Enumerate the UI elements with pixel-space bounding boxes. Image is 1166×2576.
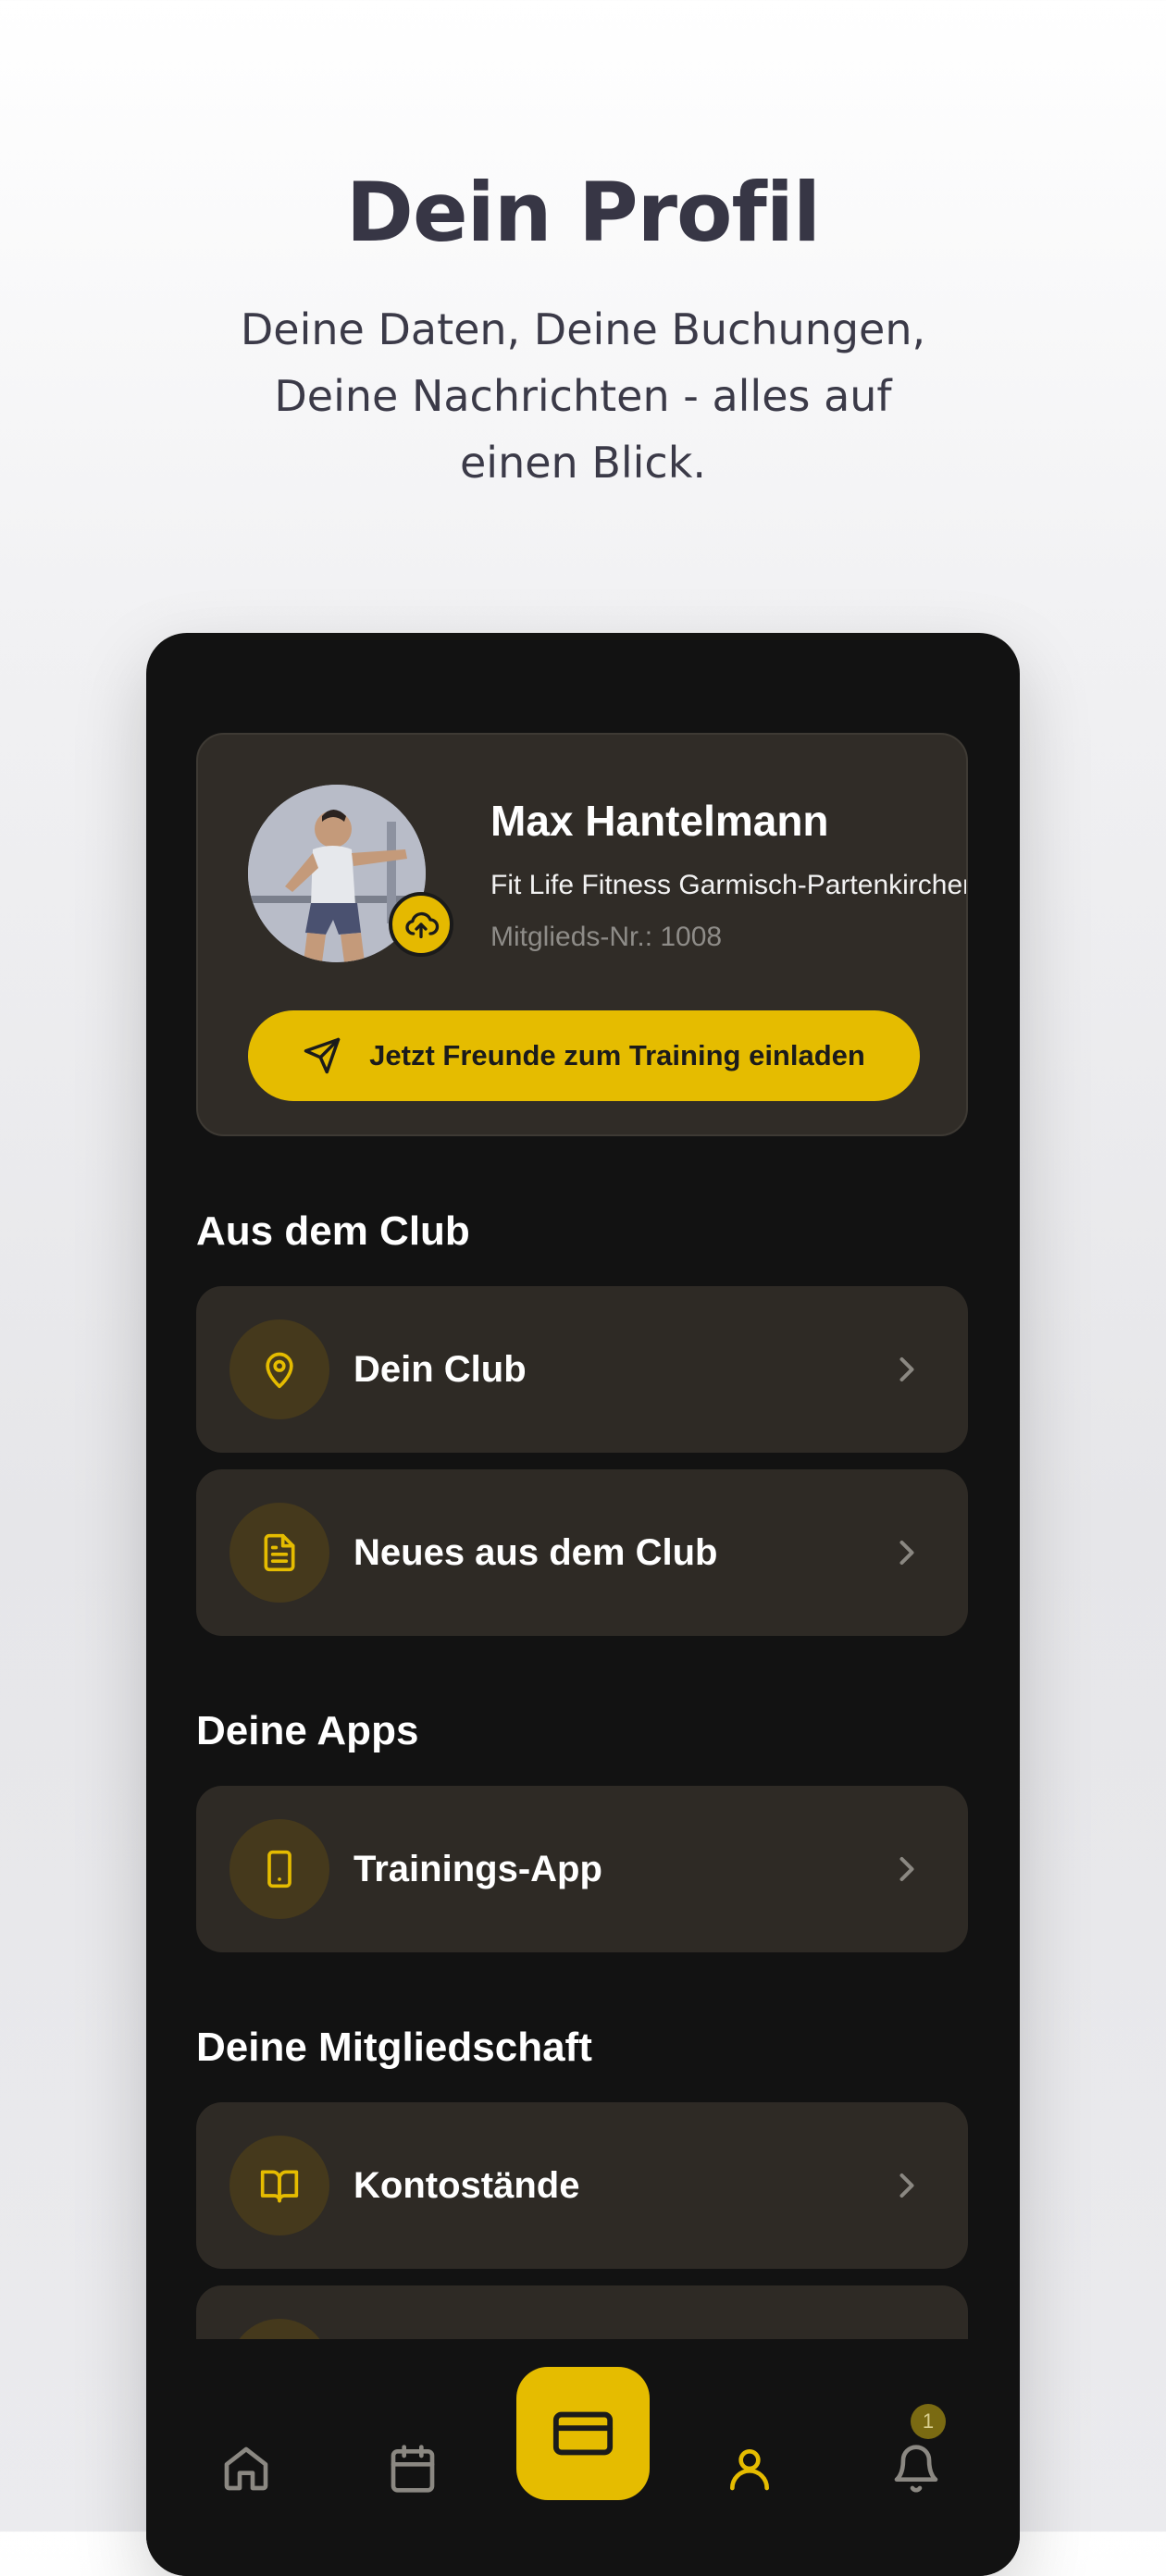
bell-icon	[894, 2445, 938, 2493]
menu-item-trainings-app[interactable]: Trainings-App	[196, 1786, 968, 1952]
smartphone-icon	[229, 1819, 329, 1919]
page-title: Dein Profil	[345, 165, 821, 260]
document-icon	[229, 1503, 329, 1603]
home-icon	[224, 2446, 268, 2491]
card-icon	[552, 2411, 614, 2456]
send-icon	[304, 1037, 341, 1074]
notification-badge: 1	[911, 2404, 946, 2439]
profile-name: Max Hantelmann	[490, 797, 829, 845]
cloud-upload-icon	[405, 911, 440, 938]
menu-item-label: Kontostände	[354, 2165, 580, 2206]
section-title-membership: Deine Mitgliedschaft	[196, 2025, 592, 2070]
map-pin-icon	[229, 1319, 329, 1419]
menu-item-label: Neues aus dem Club	[354, 1532, 718, 1573]
menu-item-kontostaende[interactable]: Kontostände	[196, 2102, 968, 2269]
page-subtitle: Deine Daten, Deine Buchungen, Deine Nach…	[240, 304, 926, 488]
menu-item-news[interactable]: Neues aus dem Club	[196, 1469, 968, 1636]
member-number: Mitglieds-Nr.: 1008	[490, 922, 723, 952]
chevron-right-icon	[887, 2165, 927, 2211]
phone-frame: Max Hantelmann Fit Life Fitness Garmisch…	[146, 633, 1020, 2576]
chevron-right-icon	[887, 1849, 927, 1894]
menu-item-dein-club[interactable]: Dein Club	[196, 1286, 968, 1453]
book-icon	[229, 2136, 329, 2235]
chevron-right-icon	[887, 1532, 927, 1578]
menu-item-label: Dein Club	[354, 1349, 527, 1390]
tab-notifications[interactable]	[887, 2439, 946, 2498]
tab-card[interactable]	[516, 2367, 650, 2500]
upload-photo-button[interactable]	[389, 892, 453, 957]
menu-item-label: Trainings-App	[354, 1849, 602, 1889]
invite-friends-button[interactable]: Jetzt Freunde zum Training einladen	[248, 1010, 920, 1101]
profile-club: Fit Life Fitness Garmisch-Partenkirchen	[490, 870, 968, 900]
tab-home[interactable]	[217, 2439, 276, 2498]
tab-calendar[interactable]	[383, 2439, 442, 2498]
chevron-right-icon	[887, 1349, 927, 1394]
calendar-icon	[391, 2445, 435, 2493]
section-title-apps: Deine Apps	[196, 1708, 419, 1753]
profile-card: Max Hantelmann Fit Life Fitness Garmisch…	[196, 733, 968, 1136]
tab-profile[interactable]	[720, 2439, 779, 2498]
bottom-tab-bar	[146, 2339, 1020, 2576]
section-title-club: Aus dem Club	[196, 1208, 470, 1254]
user-icon	[730, 2449, 769, 2491]
invite-friends-label: Jetzt Freunde zum Training einladen	[369, 1039, 865, 1071]
